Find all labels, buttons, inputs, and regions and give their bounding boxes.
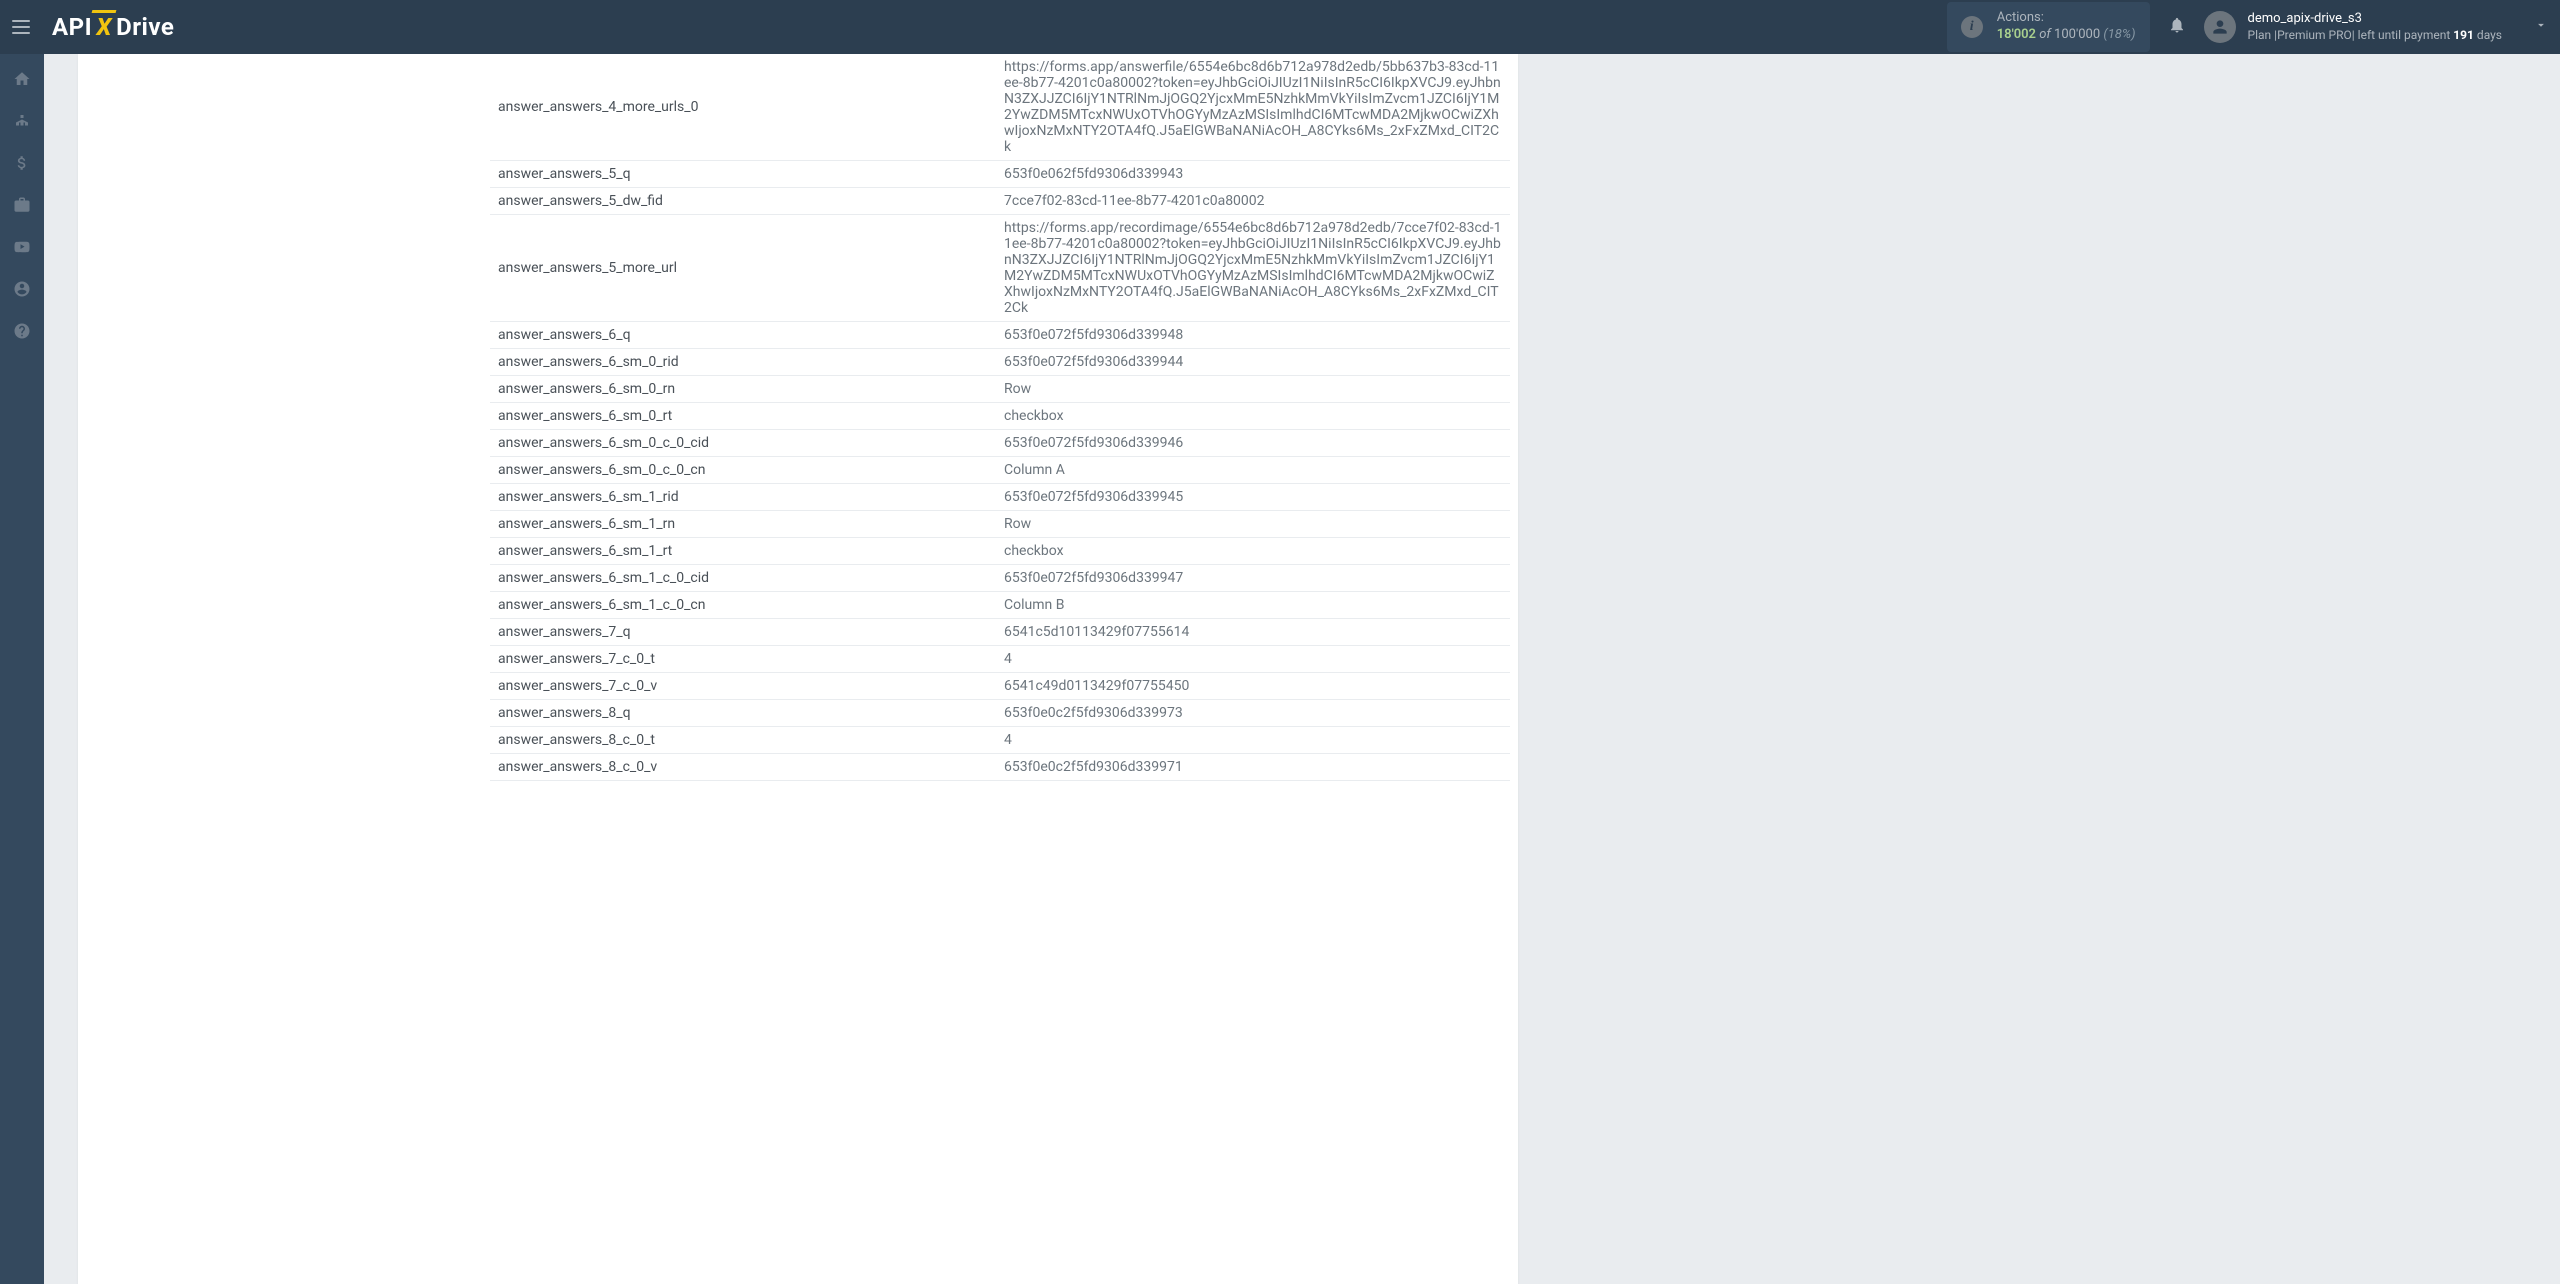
data-table: answer_answers_4_more_urls_0https://form…	[490, 54, 1510, 781]
plan-days-label: days	[2477, 28, 2502, 42]
field-value: 653f0e072f5fd9306d339944	[996, 349, 1510, 376]
field-key: answer_answers_5_more_url	[490, 215, 996, 322]
logo-text-x: X	[93, 13, 115, 41]
table-row: answer_answers_8_q653f0e0c2f5fd9306d3399…	[490, 700, 1510, 727]
content-wrap: answer_answers_4_more_urls_0https://form…	[44, 54, 2560, 1284]
table-row: answer_answers_7_c_0_v6541c49d0113429f07…	[490, 673, 1510, 700]
field-value: 653f0e0c2f5fd9306d339971	[996, 754, 1510, 781]
plan-suffix: | left until payment	[2352, 28, 2451, 42]
user-menu[interactable]: demo_apix-drive_s3 Plan |Premium PRO| le…	[2204, 11, 2548, 43]
field-key: answer_answers_7_q	[490, 619, 996, 646]
table-row: answer_answers_8_c_0_v653f0e0c2f5fd9306d…	[490, 754, 1510, 781]
field-value: 653f0e072f5fd9306d339946	[996, 430, 1510, 457]
table-row: answer_answers_5_more_urlhttps://forms.a…	[490, 215, 1510, 322]
actions-of: of	[2039, 27, 2051, 42]
avatar	[2204, 11, 2236, 43]
field-value: https://forms.app/answerfile/6554e6bc8d6…	[996, 54, 1510, 161]
actions-total: 100'000	[2054, 27, 2100, 42]
field-value: Row	[996, 376, 1510, 403]
table-row: answer_answers_7_c_0_t4	[490, 646, 1510, 673]
field-key: answer_answers_8_c_0_v	[490, 754, 996, 781]
field-key: answer_answers_7_c_0_v	[490, 673, 996, 700]
table-row: answer_answers_6_sm_1_rnRow	[490, 511, 1510, 538]
logo[interactable]: APIXDrive	[52, 13, 174, 41]
plan-name: Premium PRO	[2277, 28, 2352, 42]
field-value: 6541c5d10113429f07755614	[996, 619, 1510, 646]
table-row: answer_answers_6_sm_0_c_0_cid653f0e072f5…	[490, 430, 1510, 457]
field-key: answer_answers_5_dw_fid	[490, 188, 996, 215]
chevron-down-icon	[2534, 18, 2548, 36]
field-key: answer_answers_8_c_0_t	[490, 727, 996, 754]
field-value: checkbox	[996, 538, 1510, 565]
table-row: answer_answers_6_q653f0e072f5fd9306d3399…	[490, 322, 1510, 349]
table-row: answer_answers_6_sm_1_c_0_cnColumn B	[490, 592, 1510, 619]
field-value: 653f0e072f5fd9306d339945	[996, 484, 1510, 511]
dollar-icon[interactable]	[11, 152, 33, 174]
logo-text-api: API	[52, 13, 92, 41]
field-key: answer_answers_6_sm_1_rid	[490, 484, 996, 511]
field-key: answer_answers_6_q	[490, 322, 996, 349]
field-value: Row	[996, 511, 1510, 538]
actions-counter[interactable]: i Actions: 18'002 of 100'000 (18%)	[1947, 2, 2150, 52]
field-key: answer_answers_6_sm_0_c_0_cn	[490, 457, 996, 484]
table-row: answer_answers_6_sm_0_rid653f0e072f5fd93…	[490, 349, 1510, 376]
user-name: demo_apix-drive_s3	[2248, 11, 2502, 28]
table-row: answer_answers_6_sm_0_rnRow	[490, 376, 1510, 403]
briefcase-icon[interactable]	[11, 194, 33, 216]
actions-label: Actions:	[1997, 10, 2136, 27]
table-row: answer_answers_6_sm_0_c_0_cnColumn A	[490, 457, 1510, 484]
table-row: answer_answers_6_sm_0_rtcheckbox	[490, 403, 1510, 430]
topbar: APIXDrive i Actions: 18'002 of 100'000 (…	[0, 0, 2560, 54]
field-key: answer_answers_6_sm_1_rt	[490, 538, 996, 565]
field-value: 653f0e072f5fd9306d339948	[996, 322, 1510, 349]
youtube-icon[interactable]	[11, 236, 33, 258]
card: answer_answers_4_more_urls_0https://form…	[78, 54, 1518, 1284]
actions-pct: (18%)	[2103, 27, 2135, 42]
field-value: Column B	[996, 592, 1510, 619]
field-key: answer_answers_8_q	[490, 700, 996, 727]
sitemap-icon[interactable]	[11, 110, 33, 132]
logo-text-drive: Drive	[116, 13, 174, 41]
field-value: https://forms.app/recordimage/6554e6bc8d…	[996, 215, 1510, 322]
field-value: 653f0e072f5fd9306d339947	[996, 565, 1510, 592]
field-key: answer_answers_6_sm_1_c_0_cn	[490, 592, 996, 619]
table-row: answer_answers_4_more_urls_0https://form…	[490, 54, 1510, 161]
field-key: answer_answers_6_sm_0_rid	[490, 349, 996, 376]
field-key: answer_answers_6_sm_1_c_0_cid	[490, 565, 996, 592]
plan-days-num: 191	[2453, 28, 2474, 42]
field-value: Column A	[996, 457, 1510, 484]
field-key: answer_answers_4_more_urls_0	[490, 54, 996, 161]
plan-prefix: Plan |	[2248, 28, 2278, 42]
bell-icon[interactable]	[2168, 16, 2186, 39]
table-row: answer_answers_5_dw_fid7cce7f02-83cd-11e…	[490, 188, 1510, 215]
field-key: answer_answers_6_sm_0_rn	[490, 376, 996, 403]
table-row: answer_answers_7_q6541c5d10113429f077556…	[490, 619, 1510, 646]
field-value: 4	[996, 727, 1510, 754]
user-icon[interactable]	[11, 278, 33, 300]
field-value: 653f0e062f5fd9306d339943	[996, 161, 1510, 188]
field-key: answer_answers_6_sm_0_rt	[490, 403, 996, 430]
table-row: answer_answers_6_sm_1_rtcheckbox	[490, 538, 1510, 565]
field-value: 4	[996, 646, 1510, 673]
field-value: 653f0e0c2f5fd9306d339973	[996, 700, 1510, 727]
table-row: answer_answers_5_q653f0e062f5fd9306d3399…	[490, 161, 1510, 188]
table-row: answer_answers_8_c_0_t4	[490, 727, 1510, 754]
table-row: answer_answers_6_sm_1_c_0_cid653f0e072f5…	[490, 565, 1510, 592]
help-icon[interactable]	[11, 320, 33, 342]
field-value: 6541c49d0113429f07755450	[996, 673, 1510, 700]
info-icon: i	[1961, 16, 1983, 38]
menu-toggle[interactable]	[12, 15, 36, 39]
field-value: 7cce7f02-83cd-11ee-8b77-4201c0a80002	[996, 188, 1510, 215]
home-icon[interactable]	[11, 68, 33, 90]
field-value: checkbox	[996, 403, 1510, 430]
sidebar	[0, 54, 44, 1284]
actions-current: 18'002	[1997, 27, 2036, 42]
field-key: answer_answers_6_sm_1_rn	[490, 511, 996, 538]
table-row: answer_answers_6_sm_1_rid653f0e072f5fd93…	[490, 484, 1510, 511]
field-key: answer_answers_7_c_0_t	[490, 646, 996, 673]
field-key: answer_answers_5_q	[490, 161, 996, 188]
field-key: answer_answers_6_sm_0_c_0_cid	[490, 430, 996, 457]
